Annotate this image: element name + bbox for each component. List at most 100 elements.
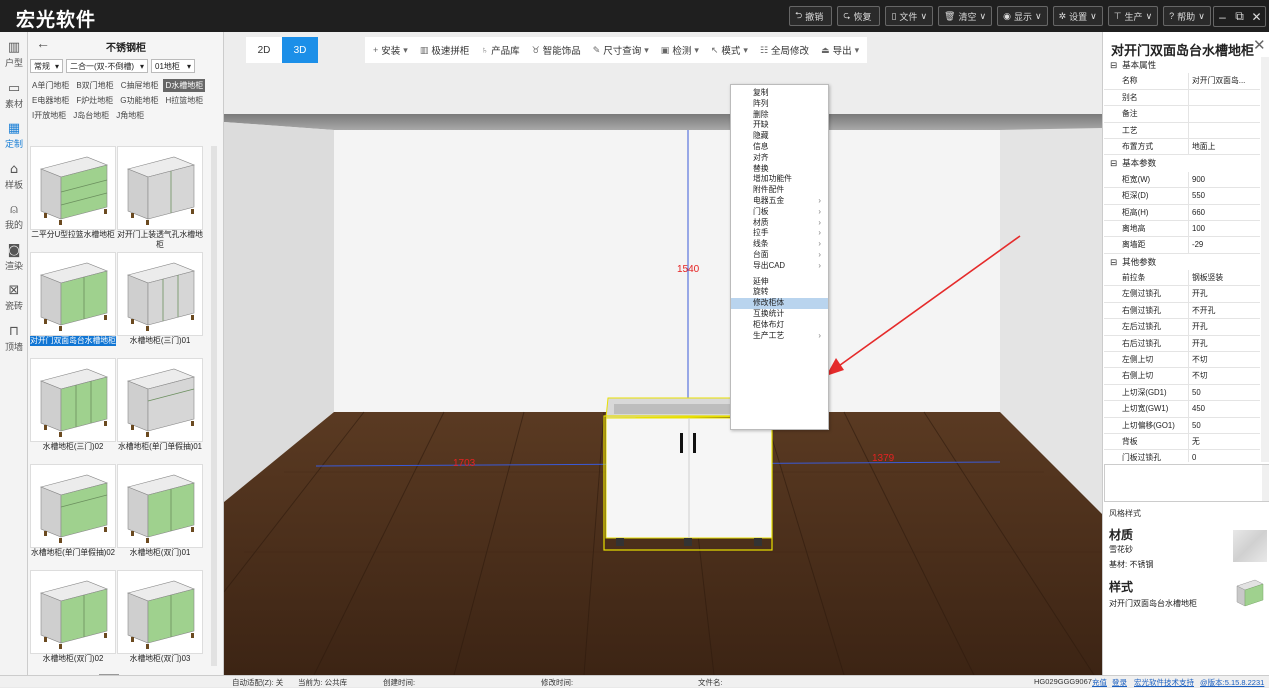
catalog-tab[interactable]: J角地柜	[114, 109, 146, 122]
sidebar-item-floorplan[interactable]: ▥ 户型	[0, 40, 28, 76]
property-value[interactable]: 900	[1189, 172, 1260, 187]
property-row[interactable]: 上切宽(GW1) 450	[1104, 401, 1260, 418]
property-value[interactable]: 660	[1189, 205, 1260, 220]
property-row[interactable]: 左后过锁孔 开孔	[1104, 319, 1260, 336]
property-value[interactable]: 不切	[1189, 352, 1260, 367]
property-value[interactable]: 100	[1189, 221, 1260, 236]
catalog-tab[interactable]: I开放地柜	[30, 109, 68, 122]
context-menu-item[interactable]: 线条 ›	[731, 239, 828, 250]
property-row[interactable]: 上切深(GD1) 50	[1104, 384, 1260, 402]
3d-viewport[interactable]: 2D 3D + 安装 ▾ ▥ 极速拼柜 ♄ 产品库 ♉ 智能饰品 ✎ 尺寸查询 ▾ ▣ 检测 ▾ ↖ 模式 ▾ ☷ 全局…	[224, 32, 1102, 675]
category-select[interactable]: 二合一(双-不倒槽) ▾	[66, 59, 148, 73]
tab-3d[interactable]: 3D	[282, 37, 318, 63]
product-card[interactable]: 水槽地柜(三门)01	[117, 252, 203, 356]
login-link[interactable]: 登录	[1112, 677, 1127, 688]
context-menu-item[interactable]: 增加功能件	[731, 174, 828, 185]
catalog-tab[interactable]: E电器地柜	[30, 94, 71, 107]
context-menu-item[interactable]: 隐藏	[731, 131, 828, 142]
product-card[interactable]: 对开门上装透气孔水槽地柜	[117, 146, 203, 250]
top-button-undo[interactable]: ⮌ 撤销	[789, 6, 833, 26]
property-value[interactable]: 550	[1189, 188, 1260, 203]
toolbar-button[interactable]: ♉ 智能饰品	[532, 43, 581, 58]
toolbar-button[interactable]: ✎ 尺寸查询 ▾	[593, 43, 649, 58]
context-menu-item[interactable]: 互换统计	[731, 309, 828, 320]
property-row[interactable]: 右后过锁孔 开孔	[1104, 335, 1260, 353]
product-card[interactable]: 对开门双面岛台水槽地柜	[30, 252, 116, 356]
property-row[interactable]: 别名	[1104, 89, 1260, 107]
property-section-header[interactable]: ⊟ 其他参数	[1104, 254, 1260, 270]
property-value[interactable]: 50	[1189, 418, 1260, 433]
tab-2d[interactable]: 2D	[246, 37, 282, 63]
context-menu-item[interactable]: 延伸	[731, 277, 828, 288]
top-button-trash[interactable]: 🗑 清空 ∨	[938, 6, 993, 26]
property-value[interactable]	[1189, 90, 1260, 105]
material-swatch[interactable]	[1233, 530, 1267, 562]
property-value[interactable]: 无	[1189, 434, 1260, 449]
product-card[interactable]: 水槽地柜(单门单假抽)02	[30, 464, 116, 568]
property-row[interactable]: 右侧过锁孔 不开孔	[1104, 302, 1260, 320]
context-menu-item[interactable]: 生产工艺 ›	[731, 331, 828, 342]
recharge-link[interactable]: 充值	[1092, 677, 1107, 688]
context-menu-item[interactable]: 阵列	[731, 99, 828, 110]
toolbar-button[interactable]: ▣ 检测 ▾	[661, 43, 699, 58]
context-menu-item[interactable]: 台面 ›	[731, 250, 828, 261]
property-value[interactable]	[1189, 106, 1260, 121]
context-menu-item[interactable]: 拉手 ›	[731, 228, 828, 239]
property-row[interactable]: 右侧上切 不切	[1104, 368, 1260, 385]
context-menu-item[interactable]: 对齐	[731, 153, 828, 164]
property-row[interactable]: 离墙距 -29	[1104, 237, 1260, 254]
context-menu-item[interactable]: 信息	[731, 142, 828, 153]
top-button-production[interactable]: ⊤ 生产 ∨	[1107, 6, 1159, 26]
context-menu-item[interactable]: 门板 ›	[731, 207, 828, 218]
property-row[interactable]: 柜宽(W) 900	[1104, 171, 1260, 189]
top-button-eye[interactable]: ◉ 显示 ∨	[997, 6, 1048, 26]
catalog-tab[interactable]: J岛台地柜	[71, 109, 111, 122]
product-card[interactable]: 水槽地柜(单门单假抽)01	[117, 358, 203, 462]
property-section-header[interactable]: ⊟ 基本参数	[1104, 155, 1260, 171]
sidebar-item-tile[interactable]: ⊠ 瓷砖	[0, 283, 28, 319]
catalog-tab[interactable]: A单门地柜	[30, 79, 71, 92]
toolbar-button[interactable]: + 安装 ▾	[373, 43, 408, 58]
top-button-file[interactable]: ▯ 文件 ∨	[885, 6, 934, 26]
property-value[interactable]: 开孔	[1189, 336, 1260, 351]
property-row[interactable]: 离地高 100	[1104, 220, 1260, 238]
catalog-tab[interactable]: D水槽地柜	[163, 79, 206, 92]
property-row[interactable]: 柜高(H) 660	[1104, 204, 1260, 221]
catalog-scrollbar[interactable]	[211, 146, 217, 666]
restore-button[interactable]: ⧉	[1231, 7, 1248, 26]
sidebar-item-camera[interactable]: ◙ 渲染	[0, 243, 28, 279]
auto-adsorb-status[interactable]: 自动适配(Z): 关	[232, 677, 283, 688]
property-value[interactable]: 不切	[1189, 368, 1260, 383]
close-icon[interactable]: ✕	[1253, 36, 1266, 54]
sidebar-item-custom[interactable]: ▦ 定制	[0, 121, 28, 157]
product-card[interactable]: 水槽地柜(三门)02	[30, 358, 116, 462]
property-row[interactable]: 工艺	[1104, 122, 1260, 139]
property-row[interactable]: 名称 对开门双面岛...	[1104, 73, 1260, 90]
property-scrollbar[interactable]	[1261, 57, 1269, 462]
type-select[interactable]: 常规 ▾	[30, 59, 63, 73]
close-window-button[interactable]: ✕	[1248, 7, 1265, 26]
top-button-redo[interactable]: ⮎ 恢复	[837, 6, 881, 26]
support-link[interactable]: 宏光软件技术支持	[1134, 677, 1194, 688]
property-row[interactable]: 门板过锁孔 0	[1104, 450, 1260, 462]
property-value[interactable]: 0	[1189, 450, 1260, 462]
catalog-tab[interactable]: G功能地柜	[118, 94, 160, 107]
property-value[interactable]: 地面上	[1189, 139, 1260, 154]
context-menu-item[interactable]: 开缺	[731, 120, 828, 131]
context-menu-item[interactable]: 附件配件	[731, 185, 828, 196]
catalog-tab[interactable]: F炉灶地柜	[74, 94, 115, 107]
property-value[interactable]: 50	[1189, 385, 1260, 400]
style-thumbnail[interactable]	[1233, 576, 1267, 610]
product-card[interactable]: 水槽地柜(双门)03	[117, 570, 203, 674]
toolbar-button[interactable]: ↖ 模式 ▾	[711, 43, 748, 58]
property-row[interactable]: 背板无	[1104, 433, 1260, 451]
product-card[interactable]: 二平分U型拉篮水槽地柜	[30, 146, 116, 250]
sidebar-item-template[interactable]: ⌂ 样板	[0, 162, 28, 198]
minimize-button[interactable]: –	[1214, 7, 1231, 26]
property-section-header[interactable]: ⊟ 基本属性	[1104, 57, 1260, 73]
context-menu-item[interactable]: 材质 ›	[731, 218, 828, 229]
context-menu-item[interactable]: 导出CAD ›	[731, 261, 828, 272]
toolbar-button[interactable]: ☷ 全局修改	[760, 43, 809, 58]
catalog-tab[interactable]: C抽屉地柜	[119, 79, 161, 92]
product-card[interactable]: 水槽地柜(双门)01	[117, 464, 203, 568]
